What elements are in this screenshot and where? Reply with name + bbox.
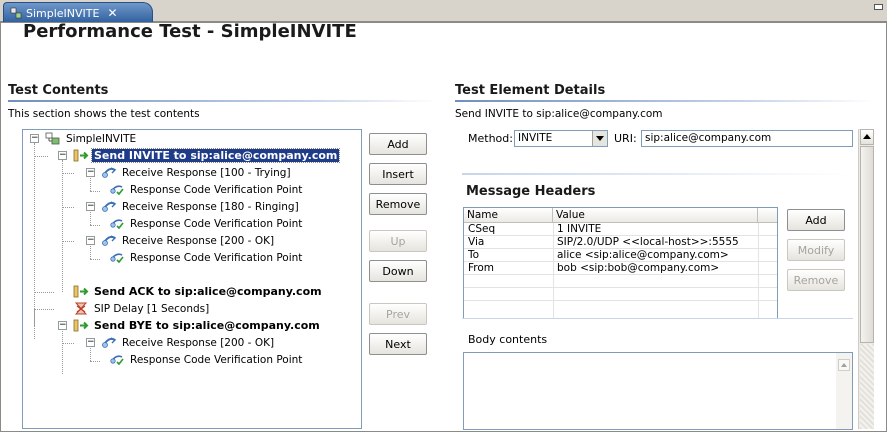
section-divider bbox=[455, 100, 875, 102]
verification-point-icon bbox=[109, 251, 125, 264]
send-request-icon bbox=[73, 319, 89, 332]
receive-response-icon bbox=[101, 336, 117, 349]
header-value-cell: SIP/2.0/UDP <<local-host>>:5555 bbox=[557, 236, 739, 248]
header-value-cell: bob <sip:bob@company.com> bbox=[557, 262, 720, 274]
tree-item-send-bye[interactable]: Send BYE to sip:alice@company.com bbox=[73, 317, 322, 334]
collapse-toggle-icon[interactable]: − bbox=[86, 202, 95, 211]
body-contents-textarea[interactable] bbox=[463, 352, 853, 430]
header-name-cell: CSeq bbox=[468, 223, 496, 235]
tree-item-test[interactable]: SimpleINVITE bbox=[45, 130, 138, 147]
receive-response-icon bbox=[101, 234, 117, 247]
body-contents-label: Body contents bbox=[468, 333, 548, 346]
header-name-cell: To bbox=[468, 249, 480, 261]
send-request-icon bbox=[73, 285, 89, 298]
message-headers-title: Message Headers bbox=[466, 184, 596, 199]
header-modify-button[interactable]: Modify bbox=[787, 239, 845, 261]
header-value-cell: alice <sip:alice@company.com> bbox=[557, 249, 729, 261]
table-row-empty[interactable] bbox=[464, 275, 777, 288]
table-row[interactable]: From bob <sip:bob@company.com> bbox=[464, 262, 777, 275]
prev-button[interactable]: Prev bbox=[369, 303, 427, 325]
header-add-button[interactable]: Add bbox=[787, 209, 845, 231]
uri-input[interactable]: sip:alice@company.com bbox=[641, 130, 853, 147]
tree-item-send-ack[interactable]: Send ACK to sip:alice@company.com bbox=[73, 283, 324, 300]
details-scrollbar[interactable] bbox=[858, 129, 874, 429]
verification-point-icon bbox=[109, 217, 125, 230]
tree-item-verification-point[interactable]: Response Code Verification Point bbox=[109, 351, 304, 368]
tree-item-verification-point[interactable]: Response Code Verification Point bbox=[109, 249, 304, 266]
table-row-empty[interactable] bbox=[464, 288, 777, 301]
receive-response-icon bbox=[101, 166, 117, 179]
send-request-icon bbox=[73, 149, 89, 162]
scrollbar-thumb[interactable] bbox=[860, 146, 874, 343]
collapse-toggle-icon[interactable]: − bbox=[30, 134, 39, 143]
test-file-icon bbox=[10, 7, 22, 19]
next-button[interactable]: Next bbox=[369, 333, 427, 355]
section-divider bbox=[462, 318, 853, 319]
remove-button[interactable]: Remove bbox=[369, 193, 427, 215]
test-icon bbox=[45, 132, 61, 145]
tree-item-receive-response[interactable]: Receive Response [200 - OK] bbox=[101, 334, 276, 351]
table-row-empty[interactable] bbox=[464, 301, 777, 314]
table-row[interactable]: To alice <sip:alice@company.com> bbox=[464, 249, 777, 262]
scroll-up-icon[interactable] bbox=[838, 359, 850, 371]
collapse-toggle-icon[interactable]: − bbox=[86, 236, 95, 245]
method-value: INVITE bbox=[518, 132, 553, 144]
uri-label: URI: bbox=[614, 132, 637, 145]
header-remove-button[interactable]: Remove bbox=[787, 269, 845, 291]
minimize-icon[interactable] bbox=[874, 4, 883, 10]
method-select[interactable]: INVITE bbox=[514, 130, 608, 147]
table-row[interactable]: CSeq 1 INVITE bbox=[464, 223, 777, 236]
table-header: Name Value bbox=[464, 208, 777, 223]
tree-item-verification-point[interactable]: Response Code Verification Point bbox=[109, 181, 304, 198]
header-name-cell: From bbox=[468, 262, 495, 274]
verification-point-icon bbox=[109, 353, 125, 366]
section-divider bbox=[462, 173, 853, 175]
tab-label: SimpleINVITE bbox=[26, 6, 100, 20]
collapse-toggle-icon[interactable]: − bbox=[58, 151, 67, 160]
tree-item-receive-response[interactable]: Receive Response [100 - Trying] bbox=[101, 164, 293, 181]
scroll-up-icon[interactable] bbox=[860, 129, 874, 145]
body-scrollbar[interactable] bbox=[836, 353, 852, 429]
column-header-name[interactable]: Name bbox=[464, 208, 553, 223]
verification-point-icon bbox=[109, 183, 125, 196]
collapse-toggle-icon[interactable]: − bbox=[58, 321, 67, 330]
table-row[interactable]: Via SIP/2.0/UDP <<local-host>>:5555 bbox=[464, 236, 777, 249]
collapse-toggle-icon[interactable]: − bbox=[86, 168, 95, 177]
receive-response-icon bbox=[101, 200, 117, 213]
test-element-details-title: Test Element Details bbox=[455, 83, 606, 98]
down-button[interactable]: Down bbox=[369, 260, 427, 282]
close-icon[interactable]: ✕ bbox=[107, 6, 117, 20]
test-contents-tree[interactable]: − − − − − − − SimpleINVITE Send INVITE t… bbox=[22, 129, 362, 429]
up-button[interactable]: Up bbox=[369, 230, 427, 252]
selected-element-label: Send INVITE to sip:alice@company.com bbox=[455, 108, 663, 120]
method-label: Method: bbox=[468, 132, 513, 145]
chevron-down-icon[interactable] bbox=[592, 131, 607, 146]
page-title: Performance Test - SimpleINVITE bbox=[23, 21, 357, 42]
scrollbar-track bbox=[860, 344, 874, 429]
tree-item-receive-response[interactable]: Receive Response [180 - Ringing] bbox=[101, 198, 301, 215]
header-value-cell: 1 INVITE bbox=[557, 223, 602, 235]
tree-item-verification-point[interactable]: Response Code Verification Point bbox=[109, 215, 304, 232]
header-name-cell: Via bbox=[468, 236, 485, 248]
tree-item-send-invite[interactable]: Send INVITE to sip:alice@company.com bbox=[73, 147, 341, 164]
message-headers-table[interactable]: Name Value CSeq 1 INVITE Via SIP/2.0/UDP… bbox=[463, 207, 778, 319]
insert-button[interactable]: Insert bbox=[369, 163, 427, 185]
add-button[interactable]: Add bbox=[369, 133, 427, 155]
test-contents-title: Test Contents bbox=[8, 83, 109, 98]
delay-icon bbox=[73, 302, 89, 315]
editor-tab-simpleinvite[interactable]: SimpleINVITE ✕ bbox=[3, 2, 153, 23]
tree-item-receive-response[interactable]: Receive Response [200 - OK] bbox=[101, 232, 276, 249]
tree-item-sip-delay[interactable]: SIP Delay [1 Seconds] bbox=[73, 300, 211, 317]
test-contents-description: This section shows the test contents bbox=[8, 108, 200, 120]
section-divider bbox=[8, 100, 438, 102]
column-header-value[interactable]: Value bbox=[553, 208, 758, 223]
editor-tab-bar: SimpleINVITE ✕ bbox=[0, 0, 887, 23]
collapse-toggle-icon[interactable]: − bbox=[86, 338, 95, 347]
